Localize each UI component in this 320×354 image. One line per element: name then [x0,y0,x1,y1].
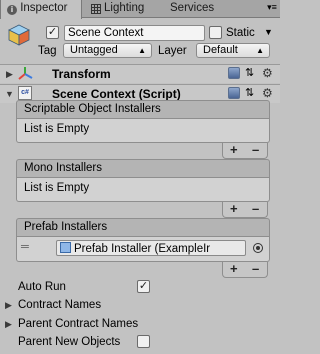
scene-context-reference-icon[interactable] [228,87,240,99]
remove-button[interactable]: – [252,202,259,216]
tag-label: Tag [38,45,57,57]
auto-run-checkbox[interactable]: ✓ [137,280,150,293]
mono-installers-title: Mono Installers [24,162,102,174]
remove-button[interactable]: – [252,262,259,276]
auto-run-label: Auto Run [18,281,66,293]
prefab-installers-title: Prefab Installers [24,221,108,233]
scene-context-preset-icon[interactable]: ⇅ [245,86,254,99]
prefab-icon [60,242,71,253]
mono-installers-list: List is Empty [16,178,270,202]
scriptable-installers-footer: + – [222,143,268,159]
static-checkbox[interactable] [209,26,222,39]
remove-button[interactable]: – [252,143,259,157]
lighting-icon [91,4,101,14]
transform-foldout-arrow-icon[interactable]: ▶ [6,68,13,80]
active-checkbox[interactable]: ✓ [46,26,59,39]
tab-inspector[interactable]: i Inspector [0,0,82,19]
transform-gear-icon[interactable]: ⚙ [262,67,273,79]
tab-inspector-label: Inspector [20,2,68,14]
static-label: Static [226,27,255,39]
scriptable-installers-header: Scriptable Object Installers [16,100,270,119]
transform-reference-icon[interactable] [228,67,240,79]
static-dropdown-arrow-icon[interactable]: ▼ [264,27,273,37]
chevron-down-icon: ▲ [256,46,264,55]
prefab-installer-object-field[interactable]: Prefab Installer (ExampleIr [56,240,246,256]
tab-services-label: Services [170,2,215,14]
gameobject-cube-icon [8,24,30,46]
parent-new-objects-checkbox[interactable] [137,335,150,348]
parent-contract-names-foldout-arrow-icon[interactable]: ▶ [5,318,12,330]
transform-axes-icon [18,67,33,80]
prefab-installers-footer: + – [222,262,268,278]
mono-installers-empty-text: List is Empty [24,182,90,194]
prefab-installer-value: Prefab Installer (ExampleIr [74,243,211,255]
transform-title: Transform [52,67,111,81]
tab-lighting-label: Lighting [104,2,145,14]
scene-context-gear-icon[interactable]: ⚙ [262,87,273,99]
layer-dropdown[interactable]: Default ▲ [196,43,270,58]
tag-dropdown-value: Untagged [70,44,118,56]
add-button[interactable]: + [230,143,238,157]
tab-lighting[interactable]: Lighting [88,0,144,18]
script-file-icon: c# [18,86,32,100]
object-picker-icon[interactable] [253,243,263,253]
prefab-installers-list: ═ Prefab Installer (ExampleIr [16,237,270,262]
transform-preset-icon[interactable]: ⇅ [245,66,254,79]
prefab-installers-header: Prefab Installers [16,218,270,237]
scriptable-installers-list: List is Empty [16,119,270,143]
drag-handle-icon[interactable]: ═ [21,242,29,253]
mono-installers-header: Mono Installers [16,159,270,178]
info-icon: i [7,5,17,15]
tab-menu-icon[interactable]: ▾≡ [266,2,278,13]
parent-contract-names-label[interactable]: Parent Contract Names [18,317,138,331]
add-button[interactable]: + [230,202,238,216]
layer-label: Layer [158,45,187,57]
contract-names-foldout-arrow-icon[interactable]: ▶ [5,299,12,311]
script-icon-text: c# [21,89,29,96]
parent-new-objects-label: Parent New Objects [18,336,121,348]
scene-context-foldout-arrow-icon[interactable]: ▼ [5,88,14,100]
mono-installers-footer: + – [222,202,268,218]
tag-dropdown[interactable]: Untagged ▲ [63,43,152,58]
object-name-input[interactable]: Scene Context [64,25,205,41]
tab-services[interactable]: Services [168,0,214,18]
scriptable-installers-title: Scriptable Object Installers [24,103,161,115]
add-button[interactable]: + [230,262,238,276]
layer-dropdown-value: Default [203,44,238,56]
scriptable-installers-empty-text: List is Empty [24,123,90,135]
chevron-down-icon: ▲ [138,46,146,55]
contract-names-label[interactable]: Contract Names [18,298,101,312]
